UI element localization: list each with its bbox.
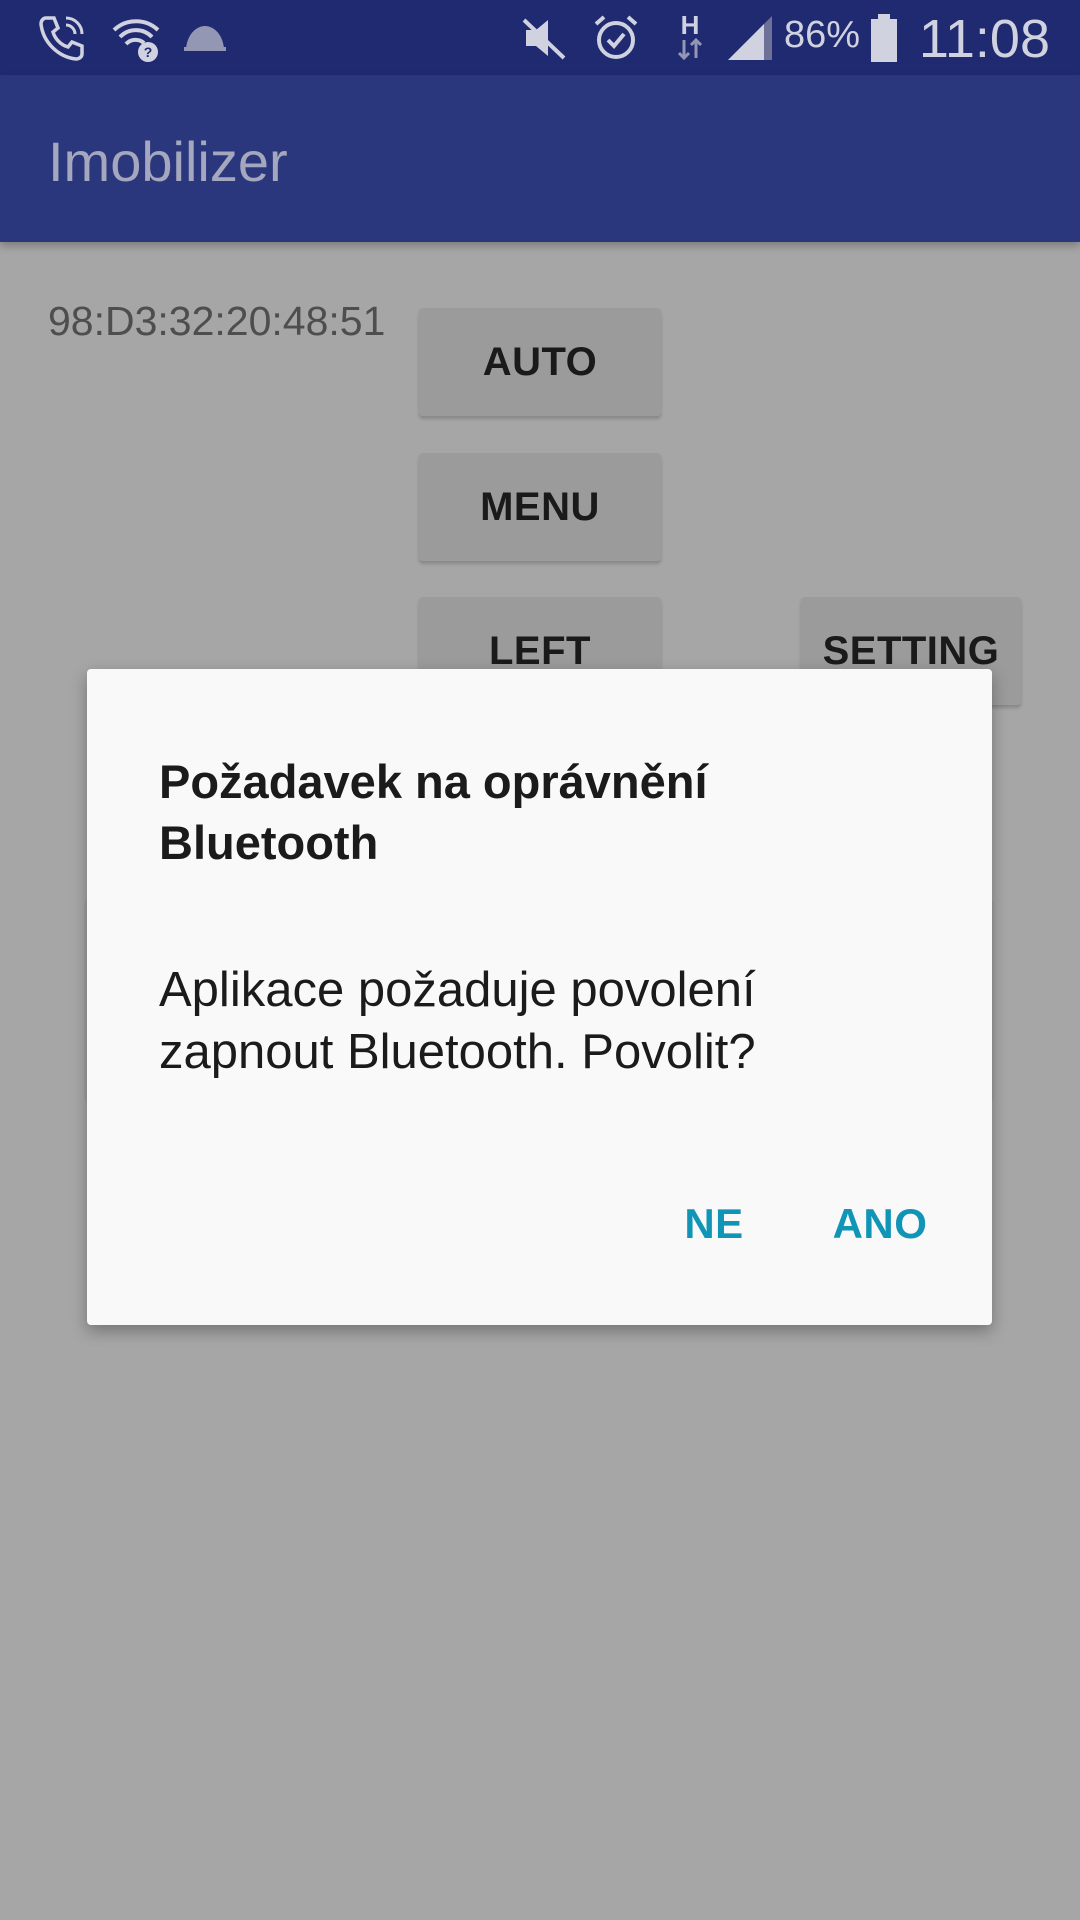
menu-button[interactable]: MENU bbox=[419, 453, 661, 561]
network-type-label: H bbox=[681, 10, 700, 40]
alarm-icon bbox=[588, 10, 644, 66]
app-bar: Imobilizer bbox=[0, 75, 1080, 242]
hat-icon bbox=[180, 10, 230, 66]
dialog-title: Požadavek na oprávnění Bluetooth bbox=[159, 755, 708, 869]
status-bar: ? H 86% 11:08 bbox=[0, 0, 1080, 75]
wifi-question-icon: ? bbox=[108, 10, 164, 66]
clock: 11:08 bbox=[918, 9, 1050, 69]
hspa-icon: H bbox=[672, 10, 708, 66]
auto-button[interactable]: AUTO bbox=[419, 308, 661, 416]
dialog-message: Aplikace požaduje povolení zapnout Bluet… bbox=[159, 963, 756, 1079]
wifi-call-icon bbox=[34, 10, 90, 66]
mute-icon bbox=[516, 10, 572, 66]
battery-icon bbox=[866, 10, 902, 66]
svg-text:?: ? bbox=[144, 44, 153, 60]
allow-button[interactable]: ANO bbox=[810, 1179, 950, 1269]
battery-percent: 86% bbox=[783, 14, 860, 56]
app-title: Imobilizer bbox=[48, 130, 288, 193]
mac-address: 98:D3:32:20:48:51 bbox=[48, 298, 386, 344]
bluetooth-permission-dialog: Požadavek na oprávnění Bluetooth Aplikac… bbox=[87, 669, 992, 1325]
signal-icon bbox=[724, 10, 776, 66]
deny-button[interactable]: NE bbox=[649, 1179, 779, 1269]
